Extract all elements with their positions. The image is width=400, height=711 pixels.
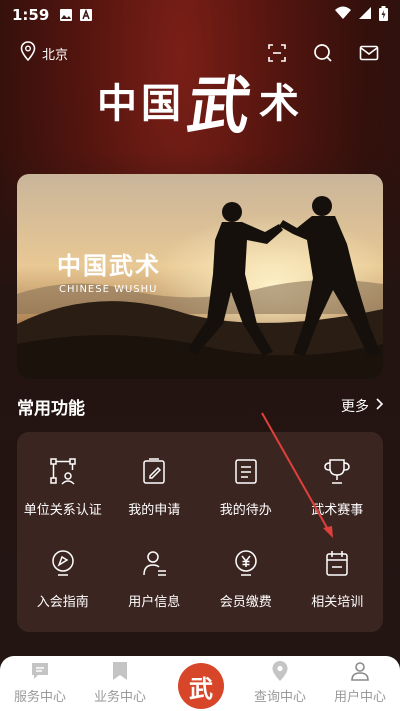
function-label: 单位关系认证 (23, 502, 102, 518)
wifi-icon (335, 6, 351, 24)
todo-list-icon (230, 455, 262, 487)
logo-part-3: 术 (259, 80, 303, 127)
payment-icon (230, 547, 262, 579)
tab-label: 用户中心 (333, 690, 386, 705)
function-item-guide[interactable]: 入会指南 (17, 532, 109, 624)
function-item-training[interactable]: 相关培训 (292, 532, 384, 624)
function-item-certification[interactable]: 单位关系认证 (17, 440, 109, 532)
gallery-icon (59, 8, 73, 22)
tab-center-label: 武 (189, 673, 213, 703)
more-label: 更多 (341, 399, 369, 415)
chat-icon (28, 659, 52, 683)
tab-label: 查询中心 (253, 690, 306, 705)
function-label: 入会指南 (36, 594, 89, 610)
tab-service-center[interactable]: 服务中心 (2, 659, 78, 705)
function-grid: 单位关系认证 我的申请 我的待办 武术赛事 入会指南 用户信息 会员缴费 相关培… (17, 432, 383, 632)
banner-title: 中国武术 (57, 251, 161, 280)
calendar-icon (321, 547, 353, 579)
function-item-user-info[interactable]: 用户信息 (109, 532, 201, 624)
trophy-icon (321, 455, 353, 487)
signal-icon (358, 6, 372, 24)
function-item-payment[interactable]: 会员缴费 (200, 532, 292, 624)
tab-label: 服务中心 (13, 690, 66, 705)
guide-icon (47, 547, 79, 579)
tab-label: 业务中心 (93, 690, 146, 705)
function-label: 武术赛事 (311, 502, 364, 518)
font-icon (79, 8, 93, 22)
tab-business-center[interactable]: 业务中心 (82, 659, 158, 705)
function-item-my-applications[interactable]: 我的申请 (109, 440, 201, 532)
certification-icon (47, 455, 79, 487)
more-button[interactable]: 更多 (341, 396, 384, 416)
location-icon (268, 659, 292, 683)
function-label: 用户信息 (128, 594, 181, 610)
banner-subtitle: CHINESE WUSHU (59, 284, 158, 295)
logo-part-2: 武 (183, 69, 260, 142)
function-label: 我的待办 (219, 502, 272, 518)
tab-user-center[interactable]: 用户中心 (322, 659, 398, 705)
function-item-my-todo[interactable]: 我的待办 (200, 440, 292, 532)
user-info-icon (138, 547, 170, 579)
function-label: 我的申请 (128, 502, 181, 518)
function-label: 会员缴费 (219, 594, 272, 610)
user-icon (348, 659, 372, 683)
status-bar: 1:59 (0, 0, 400, 30)
bookmark-icon (108, 659, 132, 683)
logo-part-1: 中国 (96, 80, 185, 127)
function-item-events[interactable]: 武术赛事 (292, 440, 384, 532)
tab-query-center[interactable]: 查询中心 (242, 659, 318, 705)
section-title: 常用功能 (17, 398, 85, 419)
banner[interactable]: 中国武术 CHINESE WUSHU (17, 174, 383, 379)
edit-document-icon (138, 455, 170, 487)
chevron-right-icon (375, 398, 384, 414)
status-time: 1:59 (12, 6, 50, 24)
battery-icon (379, 5, 388, 25)
function-label: 相关培训 (311, 594, 364, 610)
tab-home-center-button[interactable]: 武 (178, 663, 224, 709)
section-header: 常用功能 更多 (17, 392, 384, 420)
app-logo: 中国 武 术 (0, 60, 400, 142)
